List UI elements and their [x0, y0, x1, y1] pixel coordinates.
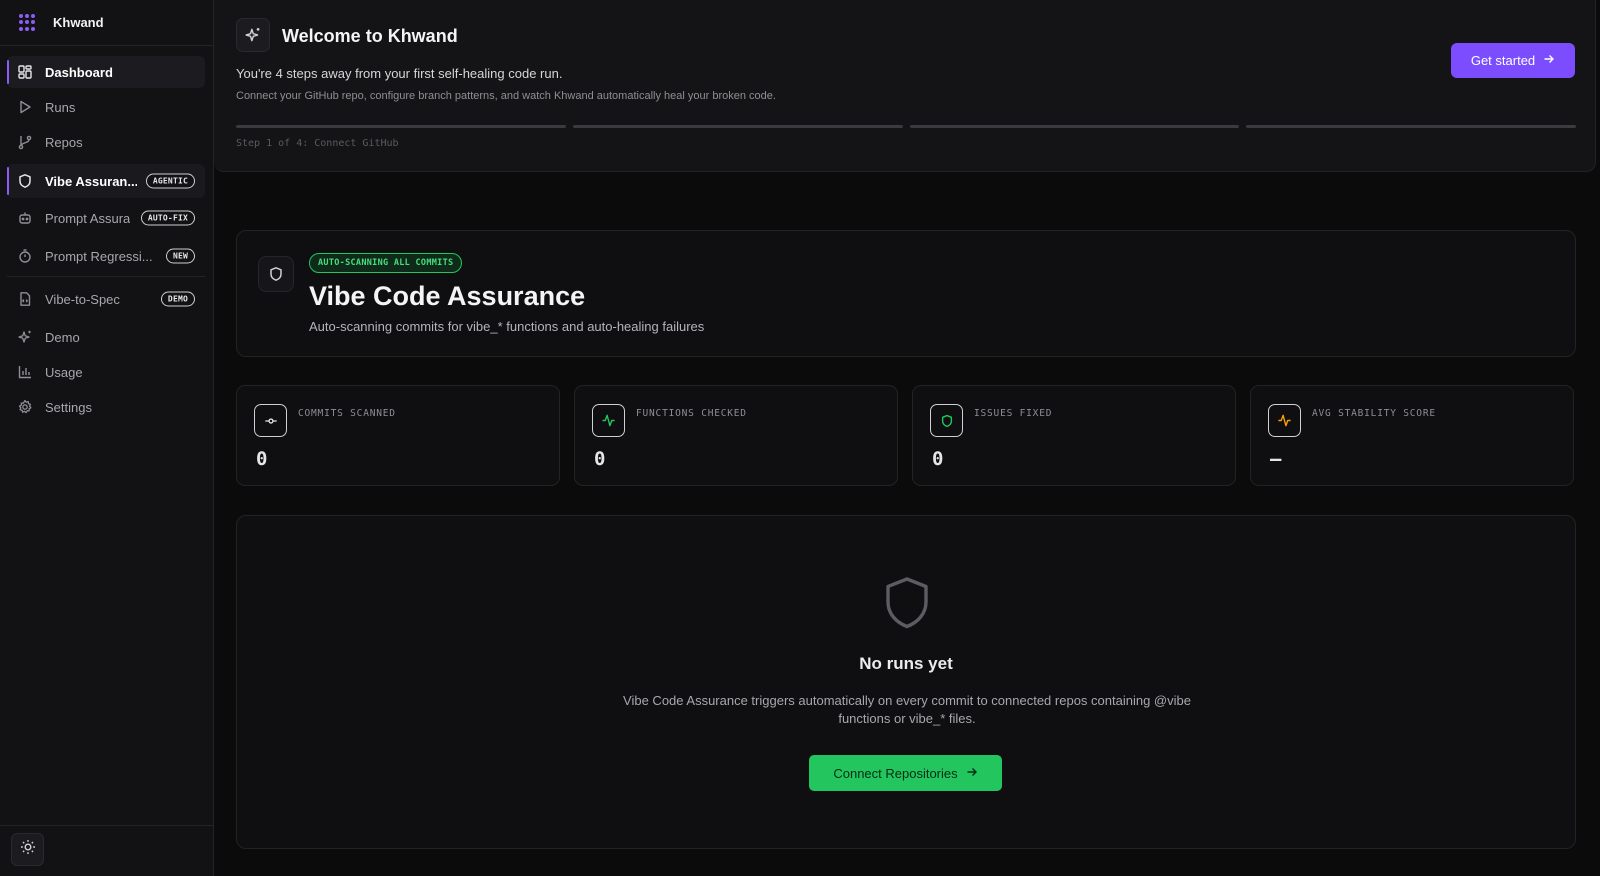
sidebar-item-label: Demo [45, 329, 80, 345]
sidebar-item-label: Prompt Assura [45, 210, 131, 226]
empty-state-description: Vibe Code Assurance triggers automatical… [623, 693, 1191, 726]
nav-divider [7, 276, 205, 277]
welcome-subtitle: You're 4 steps away from your first self… [236, 66, 563, 81]
connect-repositories-label: Connect Repositories [833, 765, 958, 781]
sidebar-item-prompt-regression[interactable]: Prompt Regressi... NEW [7, 240, 205, 272]
brand-name: Khwand [53, 15, 104, 30]
activity-icon [1268, 404, 1301, 437]
sidebar-item-prompt-assurance[interactable]: Prompt Assura AUTO-FIX [7, 202, 205, 234]
shield-icon [884, 576, 930, 630]
sparkles-icon [17, 329, 33, 345]
welcome-card: Welcome to Khwand You're 4 steps away fr… [214, 0, 1596, 172]
connect-repositories-button[interactable]: Connect Repositories [809, 755, 1002, 791]
sidebar-item-usage[interactable]: Usage [7, 356, 205, 388]
dashboard-icon [17, 64, 33, 80]
progress-step [236, 125, 566, 128]
sidebar-item-label: Settings [45, 399, 92, 415]
progress-step [1246, 125, 1576, 128]
agentic-badge: AGENTIC [145, 173, 195, 189]
git-commit-icon [254, 404, 287, 437]
step-indicator: Step 1 of 4: Connect GitHub [236, 138, 399, 149]
get-started-button[interactable]: Get started [1451, 43, 1575, 78]
arrow-right-icon [966, 766, 978, 781]
gear-icon [17, 399, 33, 415]
empty-state-card: No runs yet Vibe Code Assurance triggers… [236, 515, 1576, 849]
page-subtitle: Auto-scanning commits for vibe_* functio… [309, 319, 705, 334]
demo-badge: DEMO [160, 291, 195, 307]
auto-fix-badge: AUTO-FIX [140, 210, 195, 226]
stat-label: ISSUES FIXED [974, 408, 1053, 419]
stat-value: 0 [594, 448, 606, 470]
sidebar-footer-divider [0, 825, 213, 826]
arrow-right-icon [1543, 53, 1555, 68]
timer-icon [17, 248, 33, 264]
sidebar: Khwand Dashboard Runs Repos Vibe Assuran… [0, 0, 214, 876]
auto-scanning-badge: AUTO-SCANNING ALL COMMITS [309, 253, 463, 273]
page-title: Vibe Code Assurance [309, 281, 586, 311]
progress-step [909, 125, 1240, 128]
new-badge: NEW [165, 248, 195, 264]
bot-icon [17, 210, 33, 226]
welcome-title: Welcome to Khwand [282, 26, 458, 46]
sidebar-item-label: Vibe Assuran... [45, 173, 137, 189]
sidebar-nav: Dashboard Runs Repos Vibe Assuran... AGE… [0, 46, 213, 423]
sidebar-item-vibe-to-spec[interactable]: Vibe-to-Spec DEMO [7, 283, 205, 315]
sun-icon [20, 839, 36, 860]
stat-label: COMMITS SCANNED [298, 408, 396, 419]
get-started-label: Get started [1470, 53, 1536, 68]
theme-toggle-button[interactable] [11, 833, 44, 866]
git-branch-icon [17, 134, 33, 150]
stat-card-avg-stability-score: AVG STABILITY SCORE — [1250, 385, 1574, 486]
sidebar-item-vibe-assurance[interactable]: Vibe Assuran... AGENTIC [7, 164, 205, 198]
grid-logo-icon [19, 13, 37, 32]
stat-label: AVG STABILITY SCORE [1312, 408, 1436, 419]
sparkles-icon [236, 18, 270, 52]
stat-label: FUNCTIONS CHECKED [636, 408, 747, 419]
sidebar-item-repos[interactable]: Repos [7, 126, 205, 158]
vibe-assurance-header-card: AUTO-SCANNING ALL COMMITS Vibe Code Assu… [236, 230, 1576, 357]
stat-value: 0 [256, 448, 268, 470]
sidebar-item-label: Usage [45, 364, 83, 380]
stat-value: — [1270, 448, 1282, 470]
sidebar-item-label: Vibe-to-Spec [45, 291, 120, 307]
sidebar-item-dashboard[interactable]: Dashboard [7, 56, 205, 88]
activity-icon [592, 404, 625, 437]
shield-icon [17, 173, 33, 189]
sidebar-item-label: Prompt Regressi... [45, 248, 153, 264]
sidebar-item-label: Dashboard [45, 64, 113, 80]
sidebar-item-demo[interactable]: Demo [7, 321, 205, 353]
stat-card-functions-checked: FUNCTIONS CHECKED 0 [574, 385, 898, 486]
stat-card-issues-fixed: ISSUES FIXED 0 [912, 385, 1236, 486]
sidebar-item-runs[interactable]: Runs [7, 91, 205, 123]
play-icon [17, 99, 33, 115]
welcome-description: Connect your GitHub repo, configure bran… [236, 90, 776, 102]
stat-value: 0 [932, 448, 944, 470]
empty-state-title: No runs yet [859, 654, 953, 673]
progress-step [572, 125, 903, 128]
stat-card-commits-scanned: COMMITS SCANNED 0 [236, 385, 560, 486]
file-code-icon [17, 291, 33, 307]
bar-chart-icon [17, 364, 33, 380]
onboarding-progress [236, 125, 1576, 128]
shield-icon [930, 404, 963, 437]
sidebar-item-label: Runs [45, 99, 76, 115]
sidebar-item-label: Repos [45, 134, 83, 150]
shield-icon [258, 256, 294, 292]
sidebar-item-settings[interactable]: Settings [7, 391, 205, 423]
brand[interactable]: Khwand [0, 0, 213, 46]
